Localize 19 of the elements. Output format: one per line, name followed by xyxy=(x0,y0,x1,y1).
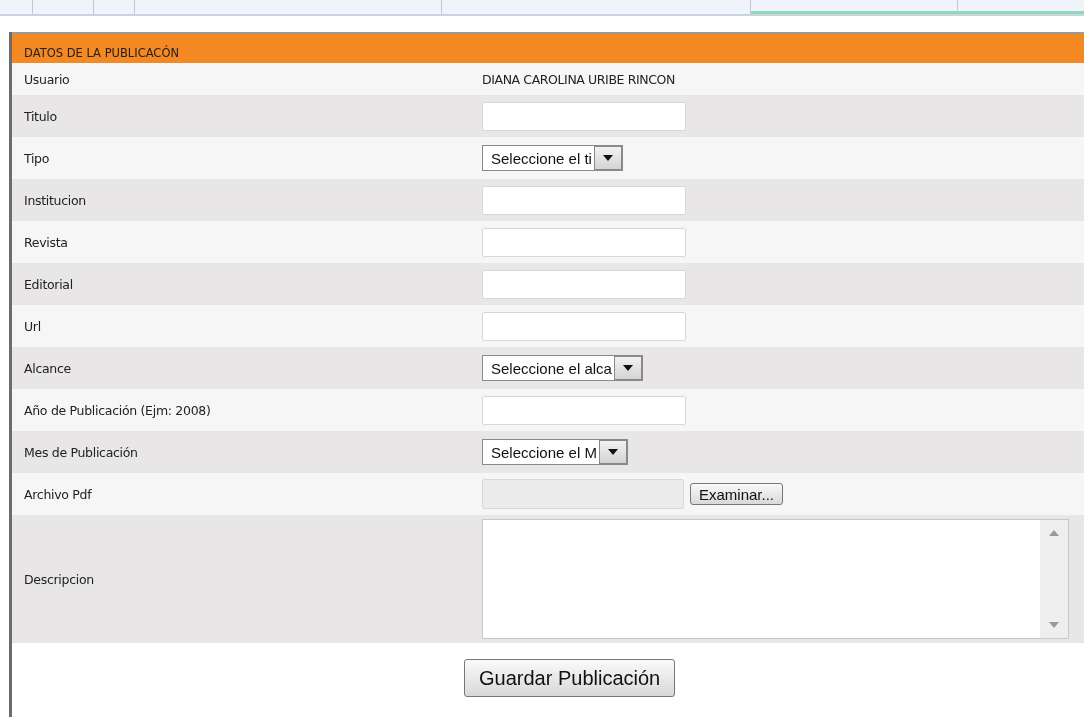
field-label: Usuario xyxy=(24,71,71,87)
select-dropdown[interactable]: Seleccione el M xyxy=(482,439,628,465)
field-label: Año de Publicación (Ejm: 2008) xyxy=(24,402,212,418)
field-label: Editorial xyxy=(24,276,74,292)
field-label: Institucion xyxy=(24,192,87,208)
select-dropdown[interactable]: Seleccione el alca xyxy=(482,355,643,381)
user-name: DIANA CAROLINA URIBE RINCON xyxy=(482,71,676,87)
field-label: Url xyxy=(24,318,42,334)
field-label: Descripcion xyxy=(24,571,95,587)
select-dropdown[interactable]: Seleccione el ti xyxy=(482,145,623,171)
field-label: Tipo xyxy=(24,150,51,166)
field-label: Alcance xyxy=(24,360,72,376)
browse-button[interactable]: Examinar... xyxy=(690,483,784,505)
field-label: Archivo Pdf xyxy=(24,486,93,502)
section-title: DATOS DE LA PUBLICACÓN xyxy=(24,46,180,60)
field-label: Mes de Publicación xyxy=(24,444,139,460)
field-label: Titulo xyxy=(24,108,58,124)
field-label: Revista xyxy=(24,234,69,250)
save-button[interactable]: Guardar Publicación xyxy=(464,659,676,697)
